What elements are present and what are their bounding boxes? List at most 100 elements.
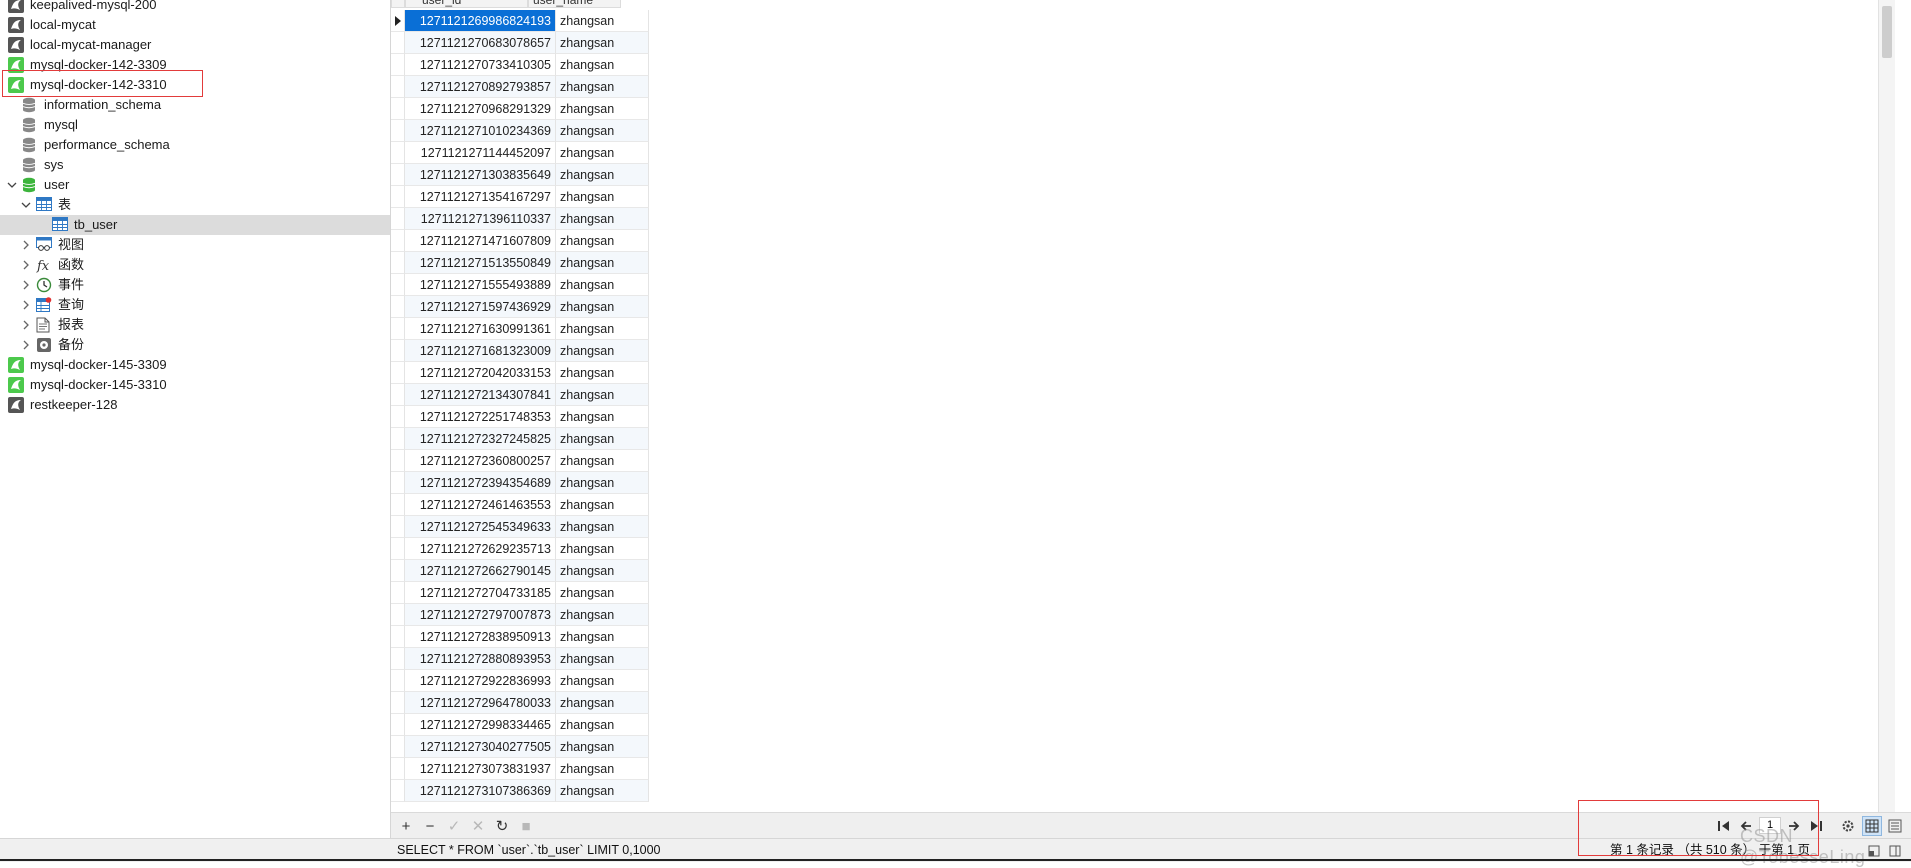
cell-user-id[interactable]: 1271121272134307841 xyxy=(405,384,556,406)
chevron-down-icon[interactable] xyxy=(6,175,18,195)
cell-user-id[interactable]: 1271121271513550849 xyxy=(405,252,556,274)
cell-user-id[interactable]: 1271121272998334465 xyxy=(405,714,556,736)
cell-user-name[interactable]: zhangsan xyxy=(556,230,649,252)
table-row[interactable]: 1271121272998334465 zhangsan xyxy=(391,714,649,736)
row-gutter[interactable] xyxy=(391,76,405,98)
row-gutter[interactable] xyxy=(391,10,405,32)
row-gutter[interactable] xyxy=(391,736,405,758)
cell-user-name[interactable]: zhangsan xyxy=(556,98,649,120)
cell-user-name[interactable]: zhangsan xyxy=(556,780,649,802)
stop-button[interactable]: ■ xyxy=(516,816,536,836)
database-user[interactable]: user xyxy=(0,175,390,195)
cell-user-name[interactable]: zhangsan xyxy=(556,142,649,164)
cell-user-id[interactable]: 1271121270892793857 xyxy=(405,76,556,98)
cell-user-id[interactable]: 1271121272662790145 xyxy=(405,560,556,582)
cell-user-id[interactable]: 1271121272360800257 xyxy=(405,450,556,472)
cell-user-name[interactable]: zhangsan xyxy=(556,362,649,384)
row-gutter[interactable] xyxy=(391,384,405,406)
cell-user-name[interactable]: zhangsan xyxy=(556,494,649,516)
cell-user-id[interactable]: 1271121272545349633 xyxy=(405,516,556,538)
chevron-down-icon[interactable] xyxy=(20,195,32,215)
connection-local-mycat-manager[interactable]: local-mycat-manager xyxy=(0,35,390,55)
table-row[interactable]: 1271121272880893953 zhangsan xyxy=(391,648,649,670)
row-gutter[interactable] xyxy=(391,560,405,582)
cell-user-id[interactable]: 1271121272327245825 xyxy=(405,428,556,450)
cell-user-id[interactable]: 1271121272704733185 xyxy=(405,582,556,604)
row-gutter[interactable] xyxy=(391,714,405,736)
cell-user-name[interactable]: zhangsan xyxy=(556,714,649,736)
cell-user-name[interactable]: zhangsan xyxy=(556,538,649,560)
row-gutter[interactable] xyxy=(391,252,405,274)
cell-user-id[interactable]: 1271121272964780033 xyxy=(405,692,556,714)
cell-user-name[interactable]: zhangsan xyxy=(556,54,649,76)
row-gutter[interactable] xyxy=(391,296,405,318)
cell-user-name[interactable]: zhangsan xyxy=(556,604,649,626)
row-gutter[interactable] xyxy=(391,780,405,802)
row-gutter[interactable] xyxy=(391,230,405,252)
row-gutter[interactable] xyxy=(391,758,405,780)
row-gutter[interactable] xyxy=(391,54,405,76)
cell-user-name[interactable]: zhangsan xyxy=(556,406,649,428)
row-gutter[interactable] xyxy=(391,406,405,428)
row-gutter[interactable] xyxy=(391,164,405,186)
row-gutter[interactable] xyxy=(391,692,405,714)
table-row[interactable]: 1271121270733410305 zhangsan xyxy=(391,54,649,76)
cell-user-name[interactable]: zhangsan xyxy=(556,428,649,450)
tree-folder-tables[interactable]: 表 xyxy=(0,195,390,215)
table-row[interactable]: 1271121271555493889 zhangsan xyxy=(391,274,649,296)
connection-mysql-docker-142-3310[interactable]: mysql-docker-142-3310 xyxy=(0,75,390,95)
cell-user-name[interactable]: zhangsan xyxy=(556,340,649,362)
database-mysql[interactable]: mysql xyxy=(0,115,390,135)
row-gutter[interactable] xyxy=(391,340,405,362)
refresh-button[interactable]: ↻ xyxy=(492,816,512,836)
row-gutter[interactable] xyxy=(391,186,405,208)
chevron-right-icon[interactable] xyxy=(20,295,32,315)
connection-local-mycat[interactable]: local-mycat xyxy=(0,15,390,35)
database-information-schema[interactable]: information_schema xyxy=(0,95,390,115)
cell-user-name[interactable]: zhangsan xyxy=(556,450,649,472)
cell-user-id[interactable]: 1271121272629235713 xyxy=(405,538,556,560)
table-row[interactable]: 1271121271010234369 zhangsan xyxy=(391,120,649,142)
chevron-right-icon[interactable] xyxy=(20,235,32,255)
first-page-button[interactable] xyxy=(1714,816,1734,836)
column-header-user-id[interactable]: user_id xyxy=(405,0,528,8)
apply-changes-button[interactable]: ✓ xyxy=(444,816,464,836)
cell-user-id[interactable]: 1271121271630991361 xyxy=(405,318,556,340)
cell-user-id[interactable]: 1271121271144452097 xyxy=(405,142,556,164)
cell-user-name[interactable]: zhangsan xyxy=(556,692,649,714)
cell-user-id[interactable]: 1271121273107386369 xyxy=(405,780,556,802)
database-performance-schema[interactable]: performance_schema xyxy=(0,135,390,155)
table-row[interactable]: 1271121272394354689 zhangsan xyxy=(391,472,649,494)
row-gutter[interactable] xyxy=(391,450,405,472)
cell-user-id[interactable]: 1271121272394354689 xyxy=(405,472,556,494)
table-row[interactable]: 1271121270683078657 zhangsan xyxy=(391,32,649,54)
cell-user-name[interactable]: zhangsan xyxy=(556,516,649,538)
table-row[interactable]: 1271121271597436929 zhangsan xyxy=(391,296,649,318)
cell-user-id[interactable]: 1271121272797007873 xyxy=(405,604,556,626)
cell-user-name[interactable]: zhangsan xyxy=(556,120,649,142)
cell-user-id[interactable]: 1271121271597436929 xyxy=(405,296,556,318)
cell-user-id[interactable]: 1271121272461463553 xyxy=(405,494,556,516)
table-row[interactable]: 1271121272251748353 zhangsan xyxy=(391,406,649,428)
cell-user-name[interactable]: zhangsan xyxy=(556,758,649,780)
row-gutter[interactable] xyxy=(391,32,405,54)
table-row[interactable]: 1271121272629235713 zhangsan xyxy=(391,538,649,560)
connection-keepalived-mysql-200[interactable]: keepalived-mysql-200 xyxy=(0,0,390,15)
connection-restkeeper-128[interactable]: restkeeper-128 xyxy=(0,395,390,415)
scrollbar-thumb[interactable] xyxy=(1882,6,1892,58)
tree-folder-functions[interactable]: fx 函数 xyxy=(0,255,390,275)
cell-user-id[interactable]: 1271121271471607809 xyxy=(405,230,556,252)
table-row[interactable]: 1271121272360800257 zhangsan xyxy=(391,450,649,472)
table-row[interactable]: 1271121272461463553 zhangsan xyxy=(391,494,649,516)
table-row[interactable]: 1271121272704733185 zhangsan xyxy=(391,582,649,604)
row-gutter[interactable] xyxy=(391,648,405,670)
table-row[interactable]: 1271121271471607809 zhangsan xyxy=(391,230,649,252)
table-row[interactable]: 1271121271144452097 zhangsan xyxy=(391,142,649,164)
connection-mysql-docker-142-3309[interactable]: mysql-docker-142-3309 xyxy=(0,55,390,75)
table-row[interactable]: 1271121271630991361 zhangsan xyxy=(391,318,649,340)
table-row[interactable]: 1271121272134307841 zhangsan xyxy=(391,384,649,406)
row-gutter[interactable] xyxy=(391,604,405,626)
cell-user-id[interactable]: 1271121269986824193 xyxy=(405,10,556,32)
cell-user-id[interactable]: 1271121271354167297 xyxy=(405,186,556,208)
cell-user-name[interactable]: zhangsan xyxy=(556,296,649,318)
